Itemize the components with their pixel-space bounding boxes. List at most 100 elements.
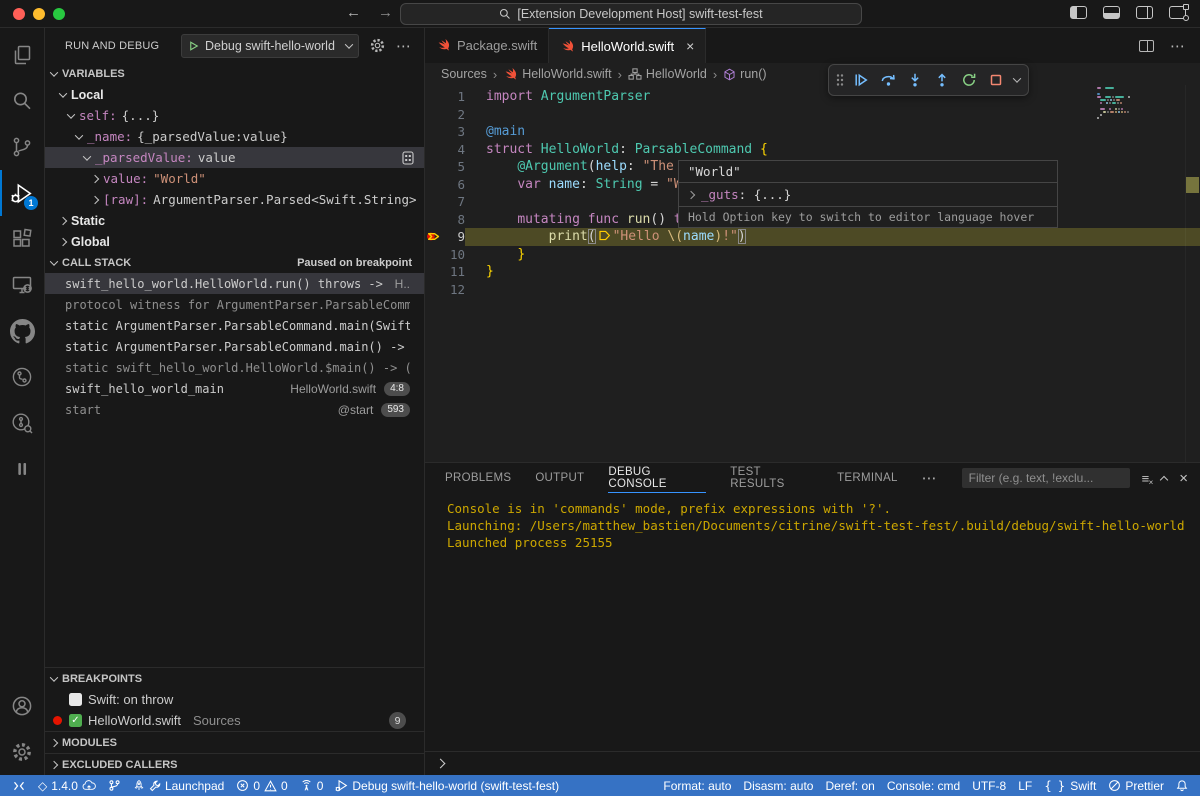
console-filter-input[interactable] — [962, 468, 1130, 488]
breadcrumb-item[interactable]: HelloWorld.swift — [503, 67, 611, 82]
callstack-frame[interactable]: static ArgumentParser.ParsableCommand.ma… — [45, 336, 424, 357]
statusbar-problems[interactable]: 00 — [230, 775, 293, 796]
statusbar-debug-session[interactable]: Debug swift-hello-world (swift-test-fest… — [329, 775, 565, 796]
statusbar-format-mode[interactable]: Format: auto — [657, 775, 737, 796]
debug-settings-gear-icon[interactable] — [369, 37, 386, 54]
stop-button[interactable] — [984, 68, 1008, 92]
step-out-button[interactable] — [930, 68, 954, 92]
callstack-frame[interactable]: swift_hello_world.HelloWorld.run() throw… — [45, 273, 424, 294]
statusbar-language-mode[interactable]: { }Swift — [1038, 775, 1102, 796]
close-window-button[interactable] — [13, 8, 25, 20]
console-line[interactable]: Launching: /Users/matthew_bastien/Docume… — [447, 517, 1200, 534]
activity-item-commit-graph-search[interactable] — [0, 400, 44, 446]
editor[interactable]: 1import ArgumentParser23@main4struct Hel… — [425, 85, 1200, 462]
statusbar-version-indicator[interactable]: ◇1.4.0 — [32, 775, 102, 796]
editor-more-actions-icon[interactable]: ⋯ — [1170, 37, 1186, 55]
breakpoint-checkbox[interactable]: ✓ — [69, 714, 82, 727]
breadcrumb-item[interactable]: Sources — [441, 67, 487, 81]
panel-tab-problems[interactable]: PROBLEMS — [445, 463, 511, 493]
breadcrumb-item[interactable]: HelloWorld — [628, 67, 707, 81]
activity-item-explorer[interactable] — [0, 32, 44, 78]
callstack-frame[interactable]: swift_hello_world_mainHelloWorld.swift4:… — [45, 378, 424, 399]
debug-console-output[interactable]: Console is in 'commands' mode, prefix ex… — [425, 493, 1200, 751]
variable-row[interactable]: Local — [45, 84, 424, 105]
debug-hover-tooltip[interactable]: "World" _guts: {...} Hold Option key to … — [678, 160, 1058, 228]
launch-config-dropdown[interactable]: Debug swift-hello-world — [181, 34, 359, 58]
panel-tab-terminal[interactable]: TERMINAL — [837, 463, 898, 493]
console-line[interactable]: Console is in 'commands' mode, prefix ex… — [447, 500, 1200, 517]
variable-row[interactable]: _name:{_parsedValue:value} — [45, 126, 424, 147]
statusbar-encoding[interactable]: UTF-8 — [966, 775, 1012, 796]
code-line[interactable]: 9 print("Hello \(name)!") — [425, 228, 1200, 246]
call-stack-section-header[interactable]: CALL STACK Paused on breakpoint — [45, 252, 424, 273]
restart-button[interactable] — [957, 68, 981, 92]
breakpoint-checkbox[interactable] — [69, 693, 82, 706]
console-line[interactable]: Launched process 25155 — [447, 534, 1200, 551]
variable-row[interactable]: self:{...} — [45, 105, 424, 126]
statusbar-notifications[interactable] — [1170, 775, 1194, 796]
panel-tab-output[interactable]: OUTPUT — [535, 463, 584, 493]
statusbar-console-mode[interactable]: Console: cmd — [881, 775, 966, 796]
close-tab-icon[interactable]: × — [686, 38, 694, 54]
filter-icon[interactable]: ≡× — [1142, 471, 1150, 486]
code-line[interactable]: 2 — [425, 106, 1200, 124]
breakpoint-row[interactable]: Swift: on throw — [45, 689, 424, 710]
code-line[interactable]: 12 — [425, 281, 1200, 299]
variable-row[interactable]: value:"World" — [45, 168, 424, 189]
statusbar-remote-indicator[interactable] — [6, 775, 32, 796]
activity-item-github[interactable] — [0, 308, 44, 354]
toggle-primary-sidebar-icon[interactable] — [1070, 6, 1087, 19]
hover-child-row[interactable]: _guts: {...} — [679, 183, 1057, 207]
activity-item-run-and-debug[interactable]: 1 — [0, 170, 44, 216]
statusbar-deref-mode[interactable]: Deref: on — [819, 775, 880, 796]
debug-console-input[interactable] — [425, 751, 1200, 775]
callstack-frame[interactable]: protocol witness for ArgumentParser.Pars… — [45, 294, 424, 315]
statusbar-prettier[interactable]: Prettier — [1102, 775, 1170, 796]
activity-item-pause[interactable] — [0, 446, 44, 492]
maximize-panel-icon[interactable] — [1161, 474, 1167, 483]
variables-section-header[interactable]: VARIABLES — [45, 63, 424, 84]
activity-item-extensions[interactable] — [0, 216, 44, 262]
variable-row[interactable]: Static — [45, 210, 424, 231]
callstack-frame[interactable]: static ArgumentParser.ParsableCommand.ma… — [45, 315, 424, 336]
callstack-frame[interactable]: start@start593 — [45, 399, 424, 420]
callstack-frame[interactable]: static swift_hello_world.HelloWorld.$mai… — [45, 357, 424, 378]
activity-item-remote-explorer[interactable] — [0, 262, 44, 308]
code-line[interactable]: 1import ArgumentParser — [425, 88, 1200, 106]
code-line[interactable]: 11} — [425, 263, 1200, 281]
modules-section-header[interactable]: MODULES — [45, 731, 424, 753]
command-center-search[interactable]: [Extension Development Host] swift-test-… — [400, 3, 862, 25]
close-panel-icon[interactable]: × — [1179, 470, 1188, 487]
breadcrumb-item[interactable]: run() — [723, 67, 766, 81]
variable-row[interactable]: _parsedValue:value — [45, 147, 424, 168]
panel-tab-debug-console[interactable]: DEBUG CONSOLE — [608, 463, 706, 493]
dropdown-button[interactable] — [1011, 68, 1023, 92]
statusbar-pipeline-indicator[interactable] — [102, 775, 127, 796]
toggle-panel-icon[interactable] — [1103, 6, 1120, 19]
code-line[interactable]: 10 } — [425, 246, 1200, 264]
tab-package-swift[interactable]: Package.swift — [425, 28, 549, 63]
code-line[interactable]: 4struct HelloWorld: ParsableCommand { — [425, 141, 1200, 159]
variable-row[interactable]: Global — [45, 231, 424, 252]
step-over-button[interactable] — [876, 68, 900, 92]
activity-item-accounts[interactable] — [0, 683, 44, 729]
toggle-secondary-sidebar-icon[interactable] — [1136, 6, 1153, 19]
continue-button[interactable] — [849, 68, 873, 92]
minimize-window-button[interactable] — [33, 8, 45, 20]
breakpoints-section-header[interactable]: BREAKPOINTS — [45, 667, 424, 689]
split-editor-icon[interactable] — [1139, 40, 1154, 52]
statusbar-disasm-mode[interactable]: Disasm: auto — [737, 775, 819, 796]
paused-breakpoint-icon[interactable] — [425, 230, 443, 243]
activity-item-source-control[interactable] — [0, 124, 44, 170]
history-forward-button[interactable]: → — [378, 4, 393, 21]
statusbar-eol[interactable]: LF — [1012, 775, 1038, 796]
panel-more-actions-icon[interactable]: ⋯ — [922, 469, 938, 487]
excluded-callers-section-header[interactable]: EXCLUDED CALLERS — [45, 753, 424, 775]
variable-row[interactable]: [raw]:ArgumentParser.Parsed<Swift.String… — [45, 189, 424, 210]
step-into-button[interactable] — [903, 68, 927, 92]
zoom-window-button[interactable] — [53, 8, 65, 20]
customize-layout-icon[interactable] — [1169, 6, 1186, 19]
tab-helloworld-swift[interactable]: HelloWorld.swift× — [549, 28, 706, 63]
history-back-button[interactable]: ← — [346, 4, 361, 21]
statusbar-launchpad[interactable]: Launchpad — [127, 775, 230, 796]
